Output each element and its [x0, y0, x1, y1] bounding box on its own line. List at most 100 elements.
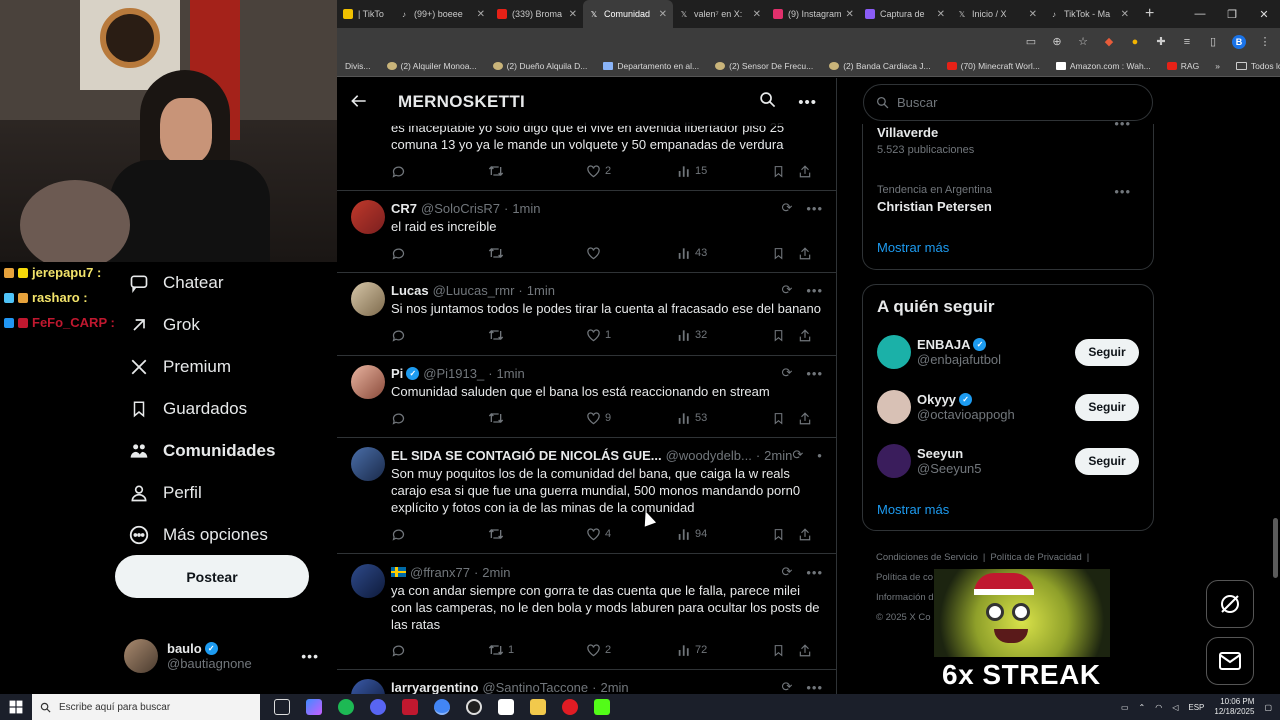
more-icon[interactable]: ••• [806, 283, 823, 298]
account-switcher[interactable]: baulo ✓ @bautiagnone ••• [124, 636, 324, 676]
reply-button[interactable] [391, 527, 488, 542]
share-button[interactable] [798, 328, 812, 343]
bookmark[interactable]: RAG [1159, 61, 1207, 71]
follow-button[interactable]: Seguir [1075, 447, 1139, 475]
grok-explain-icon[interactable]: ⟳ [792, 447, 803, 463]
more-icon[interactable]: ••• [806, 366, 823, 381]
show-more-link[interactable]: Mostrar más [877, 502, 949, 517]
bookmark[interactable]: Departamento en al... [595, 61, 707, 71]
star-icon[interactable]: ☆ [1076, 35, 1090, 49]
extension-icon[interactable]: ◆ [1102, 35, 1116, 49]
post-timestamp[interactable]: 1min [527, 283, 555, 298]
media-control-icon[interactable]: ≡ [1180, 35, 1194, 49]
share-button[interactable] [798, 527, 812, 542]
follow-suggestion[interactable]: Seeyun @Seeyun5 Seguir [877, 441, 1139, 481]
close-tab-icon[interactable]: ✕ [655, 9, 667, 20]
volume-icon[interactable]: ◁ [1172, 703, 1178, 712]
reply-button[interactable] [391, 643, 488, 658]
browser-tab[interactable]: Captura de ✕ [859, 0, 951, 28]
chrome-icon[interactable] [434, 699, 450, 715]
all-bookmarks-folder[interactable]: Todos los marcadores [1228, 61, 1280, 71]
views-button[interactable]: 94 [677, 527, 772, 541]
bookmark[interactable]: (2) Banda Cardiaca J... [821, 61, 938, 71]
footer-link[interactable]: Política de Privacidad [990, 552, 1081, 563]
cast-icon[interactable]: ▭ [1024, 35, 1038, 49]
like-button[interactable]: 9 [586, 411, 677, 425]
side-panel-icon[interactable]: ▯ [1206, 35, 1220, 49]
post-author-name[interactable]: Pi [391, 366, 403, 381]
reply-button[interactable] [391, 164, 488, 179]
browser-tab-active[interactable]: 𝕏 Comunidad ✕ [583, 0, 673, 28]
taskbar-search-input[interactable]: Escribe aquí para buscar [32, 694, 260, 720]
reply-button[interactable] [391, 246, 488, 261]
nav-item-guardados[interactable]: Guardados [115, 388, 337, 430]
browser-tab[interactable]: | TikTo [337, 0, 393, 28]
grok-explain-icon[interactable]: ⟳ [781, 282, 792, 298]
post[interactable]: Pi ✓ @Pi1913_ · 1min ⟳ ••• Comunidad salu… [337, 356, 836, 438]
bookmark[interactable]: (70) Minecraft Worl... [939, 61, 1048, 71]
post-author-name[interactable]: Lucas [391, 283, 429, 298]
reply-button[interactable] [391, 328, 488, 343]
nav-item-chatear[interactable]: Chatear [115, 262, 337, 304]
app-icon[interactable] [402, 699, 418, 715]
views-button[interactable]: 53 [677, 411, 772, 425]
grok-explain-icon[interactable]: ⟳ [781, 564, 792, 580]
extension-icon[interactable]: ● [1128, 35, 1142, 49]
share-button[interactable] [798, 246, 812, 261]
repost-button[interactable] [488, 328, 586, 342]
repost-button[interactable]: 1 [488, 643, 586, 657]
grok-float-button[interactable] [1206, 580, 1254, 628]
post-button[interactable]: Postear [115, 555, 309, 598]
avatar[interactable] [351, 679, 385, 694]
close-tab-icon[interactable]: ✕ [933, 9, 945, 20]
browser-tab[interactable]: 𝕏 Inicio / X ✕ [951, 0, 1043, 28]
wifi-icon[interactable]: ◠ [1155, 703, 1162, 712]
grok-explain-icon[interactable]: ⟳ [781, 365, 792, 381]
like-button[interactable]: 2 [586, 164, 677, 178]
copilot-icon[interactable] [306, 699, 322, 715]
close-tab-icon[interactable]: ✕ [473, 9, 485, 20]
more-icon[interactable]: ••• [1114, 184, 1131, 199]
close-tab-icon[interactable]: ✕ [1025, 9, 1037, 20]
views-button[interactable]: 15 [677, 164, 772, 178]
more-icon[interactable]: ••• [1114, 116, 1131, 131]
close-tab-icon[interactable]: ✕ [565, 9, 577, 20]
bookmark-button[interactable] [772, 164, 798, 179]
grok-explain-icon[interactable]: ⟳ [781, 200, 792, 216]
bookmark-button[interactable] [772, 527, 798, 542]
clock[interactable]: 10:06 PM 12/18/2025 [1214, 697, 1254, 717]
opera-icon[interactable] [562, 699, 578, 715]
language-indicator[interactable]: ESP [1188, 703, 1204, 712]
file-explorer-icon[interactable] [530, 699, 546, 715]
trend-item[interactable]: Tendencia en Argentina Christian Peterse… [877, 184, 1139, 214]
bookmarks-overflow-button[interactable]: » [1207, 61, 1228, 71]
more-icon[interactable]: ••• [806, 680, 823, 695]
post-author-handle[interactable]: @woodydelb... [666, 448, 752, 463]
bookmark-button[interactable] [772, 246, 798, 261]
profile-avatar[interactable]: B [1232, 34, 1246, 49]
search-input[interactable]: Buscar [863, 84, 1153, 121]
more-icon[interactable]: ••• [817, 448, 823, 463]
close-tab-icon[interactable]: ✕ [1117, 9, 1129, 20]
like-button[interactable] [586, 246, 677, 260]
avatar[interactable] [877, 444, 911, 478]
browser-tab[interactable]: ♪ TikTok - Ma ✕ [1043, 0, 1135, 28]
follow-name[interactable]: Seeyun [917, 446, 963, 461]
post-author-name[interactable]: EL SIDA SE CONTAGIÓ DE NICOLÁS GUE... [391, 448, 662, 463]
views-button[interactable]: 43 [677, 246, 772, 260]
share-button[interactable] [798, 411, 812, 426]
menu-kebab-icon[interactable]: ⋮ [1258, 35, 1272, 49]
avatar[interactable] [351, 282, 385, 316]
close-window-icon[interactable]: ✕ [1248, 8, 1280, 21]
post-timestamp[interactable]: 1min [497, 366, 525, 381]
kick-icon[interactable] [594, 699, 610, 715]
follow-suggestion[interactable]: Okyyy ✓ @octavioappogh Seguir [877, 387, 1139, 427]
obs-icon[interactable] [466, 699, 482, 715]
bookmark-button[interactable] [772, 411, 798, 426]
post-author-handle[interactable]: @Pi1913_ [423, 366, 484, 381]
trend-item[interactable]: Villaverde 5.523 publicaciones ••• [877, 116, 1139, 156]
bookmark[interactable]: (2) Sensor De Frecu... [707, 61, 821, 71]
grok-explain-icon[interactable]: ⟳ [781, 679, 792, 694]
follow-name[interactable]: Okyyy [917, 392, 956, 407]
repost-button[interactable] [488, 527, 586, 541]
